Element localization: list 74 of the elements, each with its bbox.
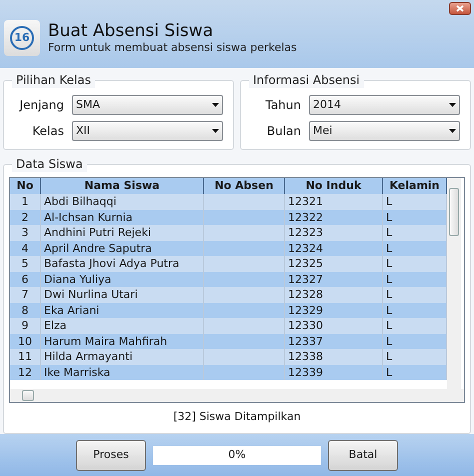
table-cell: 12325 [288,257,323,270]
table-cell: Abdi Bilhaqqi [44,195,116,208]
table-cell: Ike Marriska [44,366,110,378]
table-cell: 11 [18,350,32,363]
table-cell: L [386,319,392,332]
dropdown[interactable]: SMA [72,95,223,115]
table-cell: Al-Ichsan Kurnia [44,210,132,224]
table-cell: L [386,226,392,239]
dropdown[interactable]: XII [72,121,223,141]
table-cell: L [386,304,392,316]
table-cell: 12338 [288,350,323,363]
table-cell: L [386,366,392,378]
table-cell: Diana Yuliya [44,272,112,286]
table-cell: L [386,210,392,224]
table-cell: L [386,288,392,301]
table-cell: L [386,195,392,208]
table-cell: 6 [22,272,28,286]
table-cell: 1 [22,195,28,208]
table-cell: 12339 [288,366,323,378]
table-cell: Andhini Putri Rejeki [44,226,151,239]
table-cell: 12 [18,366,32,378]
field-label: Kelas [31,123,64,140]
dropdown-caret-icon [449,103,456,107]
dropdown-caret-icon [449,129,456,133]
table-cell: 12321 [288,195,323,208]
table-cell: Bafasta Jhovi Adya Putra [44,257,180,270]
table-cell: 12330 [288,319,323,332]
table-cell: 12328 [288,288,323,301]
dropdown-caret-icon [212,129,219,133]
button[interactable]: Batal [328,440,398,470]
table-cell: L [386,350,392,363]
table-cell: Hilda Armayanti [44,350,133,363]
calendar-icon: 16 [4,20,40,56]
scroll-thumb[interactable] [22,390,34,401]
dropdown[interactable]: 2014 [309,95,460,115]
group-title: Informasi Absensi [249,72,364,88]
table-cell: 7 [22,288,28,301]
group-title: Pilihan Kelas [12,72,95,88]
field-label: Jenjang [18,97,64,114]
table-cell: 12327 [288,272,323,286]
table-cell: L [386,334,392,348]
table-cell: L [386,272,392,286]
table-cell: 3 [22,226,28,239]
table-cell: 10 [18,334,32,348]
table-cell: L [386,242,392,254]
button[interactable]: Proses [76,440,146,470]
group-title: Data Siswa [12,156,87,172]
table-cell: 4 [22,242,28,254]
dropdown-caret-icon [212,103,219,107]
table-cell: 12323 [288,226,323,239]
table-cell: 12322 [288,210,323,224]
table-cell: 12329 [288,304,323,316]
row-count-label: [32] Siswa Ditampilkan [172,409,302,425]
close-button[interactable] [449,2,471,15]
field-label: Tahun [264,97,301,114]
table-cell: 9 [22,319,28,332]
table-cell: 2 [22,210,28,224]
table-cell: Harum Maira Mahfirah [44,334,168,348]
scroll-thumb[interactable] [449,188,459,236]
table-cell: Dwi Nurlina Utari [44,288,138,301]
progress-reading: 0% [228,446,246,463]
table-cell: L [386,257,392,270]
form-title: Buat Absensi Siswa [48,21,214,41]
field-label: Bulan [266,123,301,140]
table-cell: 12337 [288,334,323,348]
table-cell: 12324 [288,242,323,254]
table-cell: 8 [22,304,28,316]
close-icon [456,5,464,12]
table-cell: April Andre Saputra [44,242,152,254]
table-cell: 5 [22,257,28,270]
form-subtitle: Form untuk membuat absensi siswa perkelas [48,41,297,55]
dropdown[interactable]: Mei [309,121,460,141]
table-cell: Elza [44,319,67,332]
table-cell: Eka Ariani [44,304,100,316]
